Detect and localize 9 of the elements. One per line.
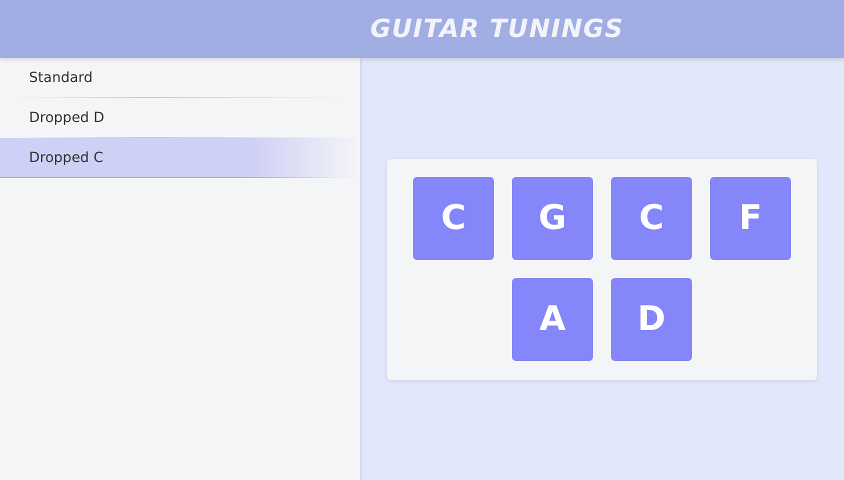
note-tile: C (611, 177, 692, 260)
app-title: GUITAR TUNINGS (370, 13, 624, 46)
note-tile: D (611, 278, 692, 361)
tuning-item[interactable]: Standard (0, 58, 360, 98)
note-tile: F (710, 177, 791, 260)
tuning-item[interactable]: Dropped D (0, 98, 360, 138)
note-tile: C (413, 177, 494, 260)
note-tile: A (512, 278, 593, 361)
note-tile: G (512, 177, 593, 260)
